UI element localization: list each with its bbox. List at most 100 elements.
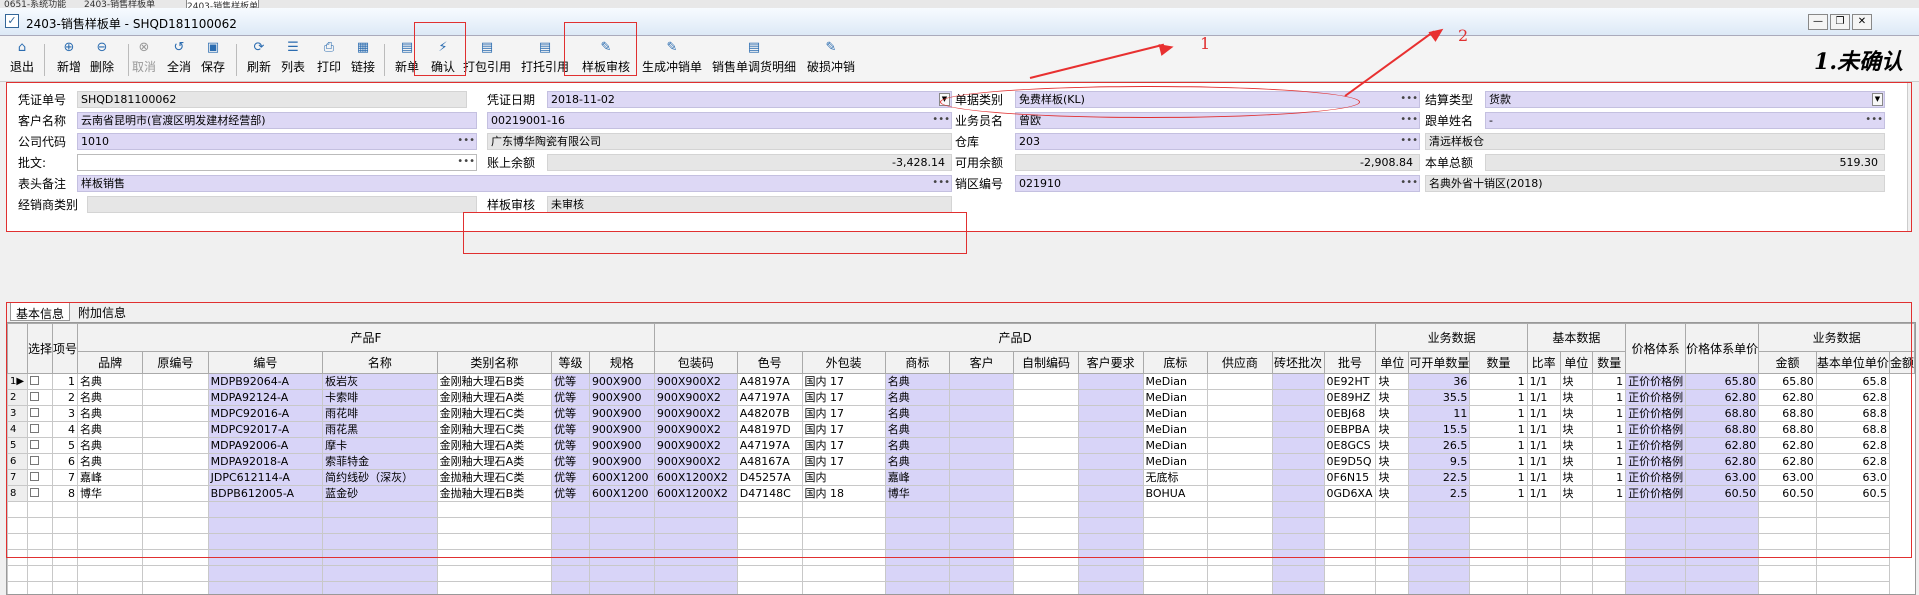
empty-cell xyxy=(1013,565,1079,582)
toolbar-button-13[interactable]: ▤ 打托引用 xyxy=(520,40,570,78)
maximize-button[interactable]: ❐ xyxy=(1830,14,1850,30)
toolbar-label: 退出 xyxy=(9,60,34,74)
empty-cell xyxy=(1592,565,1627,582)
toolbar-button-1[interactable]: ⊕ 新增 xyxy=(54,40,84,78)
toolbar-label: 新增 xyxy=(56,60,81,74)
toolbar-label: 链接 xyxy=(350,60,375,74)
empty-cell xyxy=(1207,581,1273,594)
toolbar-icon: ▤ xyxy=(538,40,552,55)
toolbar-button-16[interactable]: ▤ 销售单调货明细 xyxy=(710,40,798,78)
empty-cell xyxy=(551,581,590,594)
empty-cell xyxy=(1758,581,1817,594)
empty-cell xyxy=(801,581,886,594)
empty-cell xyxy=(142,565,209,582)
toolbar-button-6[interactable]: ⟳ 刷新 xyxy=(244,40,274,78)
empty-cell xyxy=(1077,565,1144,582)
empty-cell xyxy=(436,581,553,594)
annotation-label-1: 1 xyxy=(1200,34,1211,53)
empty-cell xyxy=(7,581,28,594)
empty-cell xyxy=(51,565,79,582)
toolbar-label: 取消 xyxy=(131,60,156,74)
empty-cell xyxy=(436,565,553,582)
toolbar-separator xyxy=(44,44,45,76)
empty-cell xyxy=(653,581,738,594)
empty-cell xyxy=(1758,565,1817,582)
close-button[interactable]: ✕ xyxy=(1852,14,1872,30)
toolbar-icon: ⎙ xyxy=(323,40,335,55)
empty-cell xyxy=(26,581,53,594)
empty-cell xyxy=(1142,581,1209,594)
empty-cell xyxy=(26,565,53,582)
toolbar-button-5[interactable]: ▣ 保存 xyxy=(198,40,228,78)
empty-cell xyxy=(1375,565,1410,582)
title-bar: ✓ 2403-销售样板单 - SHQD181100062 — ❐ ✕ xyxy=(0,8,1919,36)
empty-cell xyxy=(948,565,1015,582)
window-title: 2403-销售样板单 - SHQD181100062 xyxy=(26,17,237,31)
toolbar-label: 生成冲销单 xyxy=(641,60,702,74)
toolbar-icon: ▣ xyxy=(206,40,220,55)
empty-cell xyxy=(1323,565,1377,582)
toolbar-icon: ☰ xyxy=(287,40,299,55)
empty-cell xyxy=(1142,565,1209,582)
toolbar-icon: ⊖ xyxy=(96,40,108,55)
toolbar-button-0[interactable]: ⌂ 退出 xyxy=(8,40,36,78)
toolbar-button-15[interactable]: ✎ 生成冲销单 xyxy=(640,40,704,78)
empty-cell xyxy=(1526,581,1561,594)
empty-cell xyxy=(1271,581,1325,594)
empty-cell xyxy=(1815,565,1890,582)
empty-cell xyxy=(1815,581,1890,594)
empty-cell xyxy=(736,565,803,582)
toolbar-icon: ▤ xyxy=(747,40,761,55)
toolbar-button-3[interactable]: ⊗ 取消 xyxy=(128,40,160,78)
empty-cell xyxy=(76,565,144,582)
toolbar-label: 打托引用 xyxy=(520,60,569,74)
toolbar-label: 破损冲销 xyxy=(806,60,855,74)
toolbar-icon: ↺ xyxy=(173,40,185,55)
toolbar-button-7[interactable]: ☰ 列表 xyxy=(278,40,308,78)
empty-cell xyxy=(736,581,803,594)
toolbar-separator xyxy=(384,44,385,76)
annotation-box-confirm xyxy=(414,22,466,76)
toolbar-button-8[interactable]: ⎙ 打印 xyxy=(314,40,344,78)
toolbar-label: 列表 xyxy=(280,60,305,74)
empty-cell xyxy=(7,565,28,582)
toolbar-label: 删除 xyxy=(89,60,114,74)
annotation-box-grid xyxy=(6,302,1912,558)
empty-cell xyxy=(551,565,590,582)
empty-cell xyxy=(1469,581,1528,594)
toolbar-label: 全消 xyxy=(166,60,191,74)
table-row-empty xyxy=(7,565,1915,582)
toolbar-button-2[interactable]: ⊖ 删除 xyxy=(86,40,118,78)
empty-cell xyxy=(207,565,324,582)
empty-cell xyxy=(1077,581,1144,594)
toolbar-button-12[interactable]: ▤ 打包引用 xyxy=(462,40,512,78)
annotation-ellipse-doc-type xyxy=(940,86,1360,118)
toolbar-icon: ✎ xyxy=(825,40,837,55)
empty-cell xyxy=(1323,581,1377,594)
empty-cell xyxy=(653,565,738,582)
minimize-button[interactable]: — xyxy=(1808,14,1828,30)
toolbar-separator xyxy=(236,44,237,76)
status-indicator: 1.未确认 xyxy=(1814,49,1903,75)
annotation-label-2: 2 xyxy=(1458,26,1469,45)
top-tab-strip: 0651-系统功能 2403-销售样板单 2403-销售样板单 xyxy=(0,0,1919,13)
toolbar-button-4[interactable]: ↺ 全消 xyxy=(164,40,194,78)
empty-cell xyxy=(588,581,655,594)
toolbar-separator xyxy=(128,44,129,76)
toolbar-icon: ✎ xyxy=(666,40,678,55)
toolbar-icon: ▦ xyxy=(356,40,370,55)
empty-cell xyxy=(1625,581,1687,594)
empty-cell xyxy=(1559,581,1594,594)
empty-cell xyxy=(207,581,324,594)
empty-cell xyxy=(142,581,209,594)
empty-cell xyxy=(51,581,79,594)
toolbar: ⌂ 退出 ⊕ 新增 ⊖ 删除 ⊗ 取消 ↺ 全消 ▣ 保存 ⟳ 刷新 ☰ 列表 ⎙ 打印 ▦ 链接 ▤ 新单 ⚡ 确认 ▤ 打包引… xyxy=(0,36,1919,82)
empty-cell xyxy=(1408,581,1471,594)
toolbar-icon: ▤ xyxy=(400,40,414,55)
empty-cell xyxy=(1685,565,1760,582)
toolbar-button-9[interactable]: ▦ 链接 xyxy=(348,40,378,78)
empty-cell xyxy=(1469,565,1528,582)
empty-cell xyxy=(948,581,1015,594)
toolbar-button-17[interactable]: ✎ 破损冲销 xyxy=(804,40,858,78)
empty-cell xyxy=(1685,581,1760,594)
